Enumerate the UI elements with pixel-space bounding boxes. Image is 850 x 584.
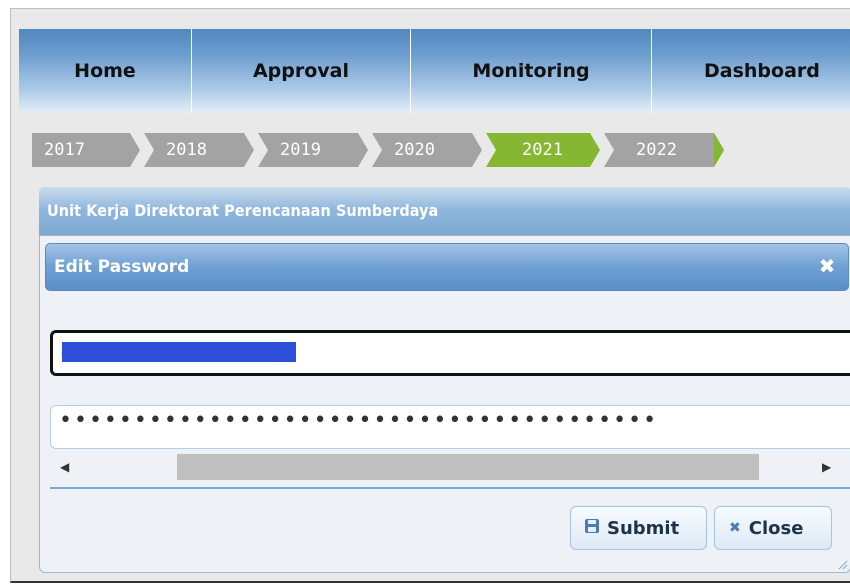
password-field[interactable]: ••••••••••••••••••••••••••••••••••••••••	[50, 405, 850, 449]
nav-monitoring[interactable]: Monitoring	[411, 29, 652, 113]
submit-button[interactable]: Submit	[570, 506, 707, 550]
year-tab-2019[interactable]: 2019	[258, 133, 368, 167]
resize-grip-icon[interactable]	[836, 558, 848, 570]
nav-dashboard[interactable]: Dashboard	[652, 29, 850, 113]
nav-monitoring-label: Monitoring	[472, 60, 590, 82]
close-label: Close	[748, 517, 804, 539]
scrollbar-thumb[interactable]	[177, 454, 759, 480]
save-disk-icon	[585, 519, 599, 537]
top-navigation: Home Approval Monitoring Dashboard	[19, 29, 850, 113]
horizontal-scrollbar[interactable]: ◀ ▶	[50, 454, 850, 480]
edit-password-dialog: Edit Password ✖ d ••••••••••••••••••••••…	[39, 235, 850, 573]
close-button[interactable]: ✖ Close	[714, 506, 832, 550]
year-tab-2021-active[interactable]: 2021	[486, 133, 600, 167]
nav-approval-label: Approval	[252, 60, 350, 82]
scroll-left-arrow-icon[interactable]: ◀	[60, 460, 69, 474]
redaction-mark	[62, 342, 296, 362]
close-x-icon[interactable]: ✖	[818, 256, 836, 276]
app-window: Home Approval Monitoring Dashboard 2017 …	[10, 8, 850, 583]
dialog-title: Edit Password	[54, 257, 190, 277]
year-selector: 2017 2018 2019 2020 2021 2022	[32, 133, 728, 167]
submit-label: Submit	[607, 517, 680, 539]
nav-home[interactable]: Home	[19, 29, 192, 113]
year-tab-2020[interactable]: 2020	[372, 133, 482, 167]
dialog-title-bar: Edit Password ✖	[45, 243, 849, 291]
unit-title: Unit Kerja Direktorat Perencanaan Sumber…	[47, 201, 439, 220]
nav-approval[interactable]: Approval	[192, 29, 411, 113]
unit-title-bar: Unit Kerja Direktorat Perencanaan Sumber…	[39, 187, 850, 235]
nav-home-label: Home	[74, 60, 136, 82]
password-value: ••••••••••••••••••••••••••••••••••••••••	[59, 408, 659, 433]
year-tab-2018[interactable]: 2018	[144, 133, 254, 167]
nav-dashboard-label: Dashboard	[704, 60, 820, 82]
dialog-divider	[50, 487, 850, 489]
year-tab-2017[interactable]: 2017	[32, 133, 140, 167]
year-tab-2022[interactable]: 2022	[604, 133, 724, 167]
close-x-icon: ✖	[729, 520, 741, 536]
scroll-right-arrow-icon[interactable]: ▶	[822, 460, 831, 474]
